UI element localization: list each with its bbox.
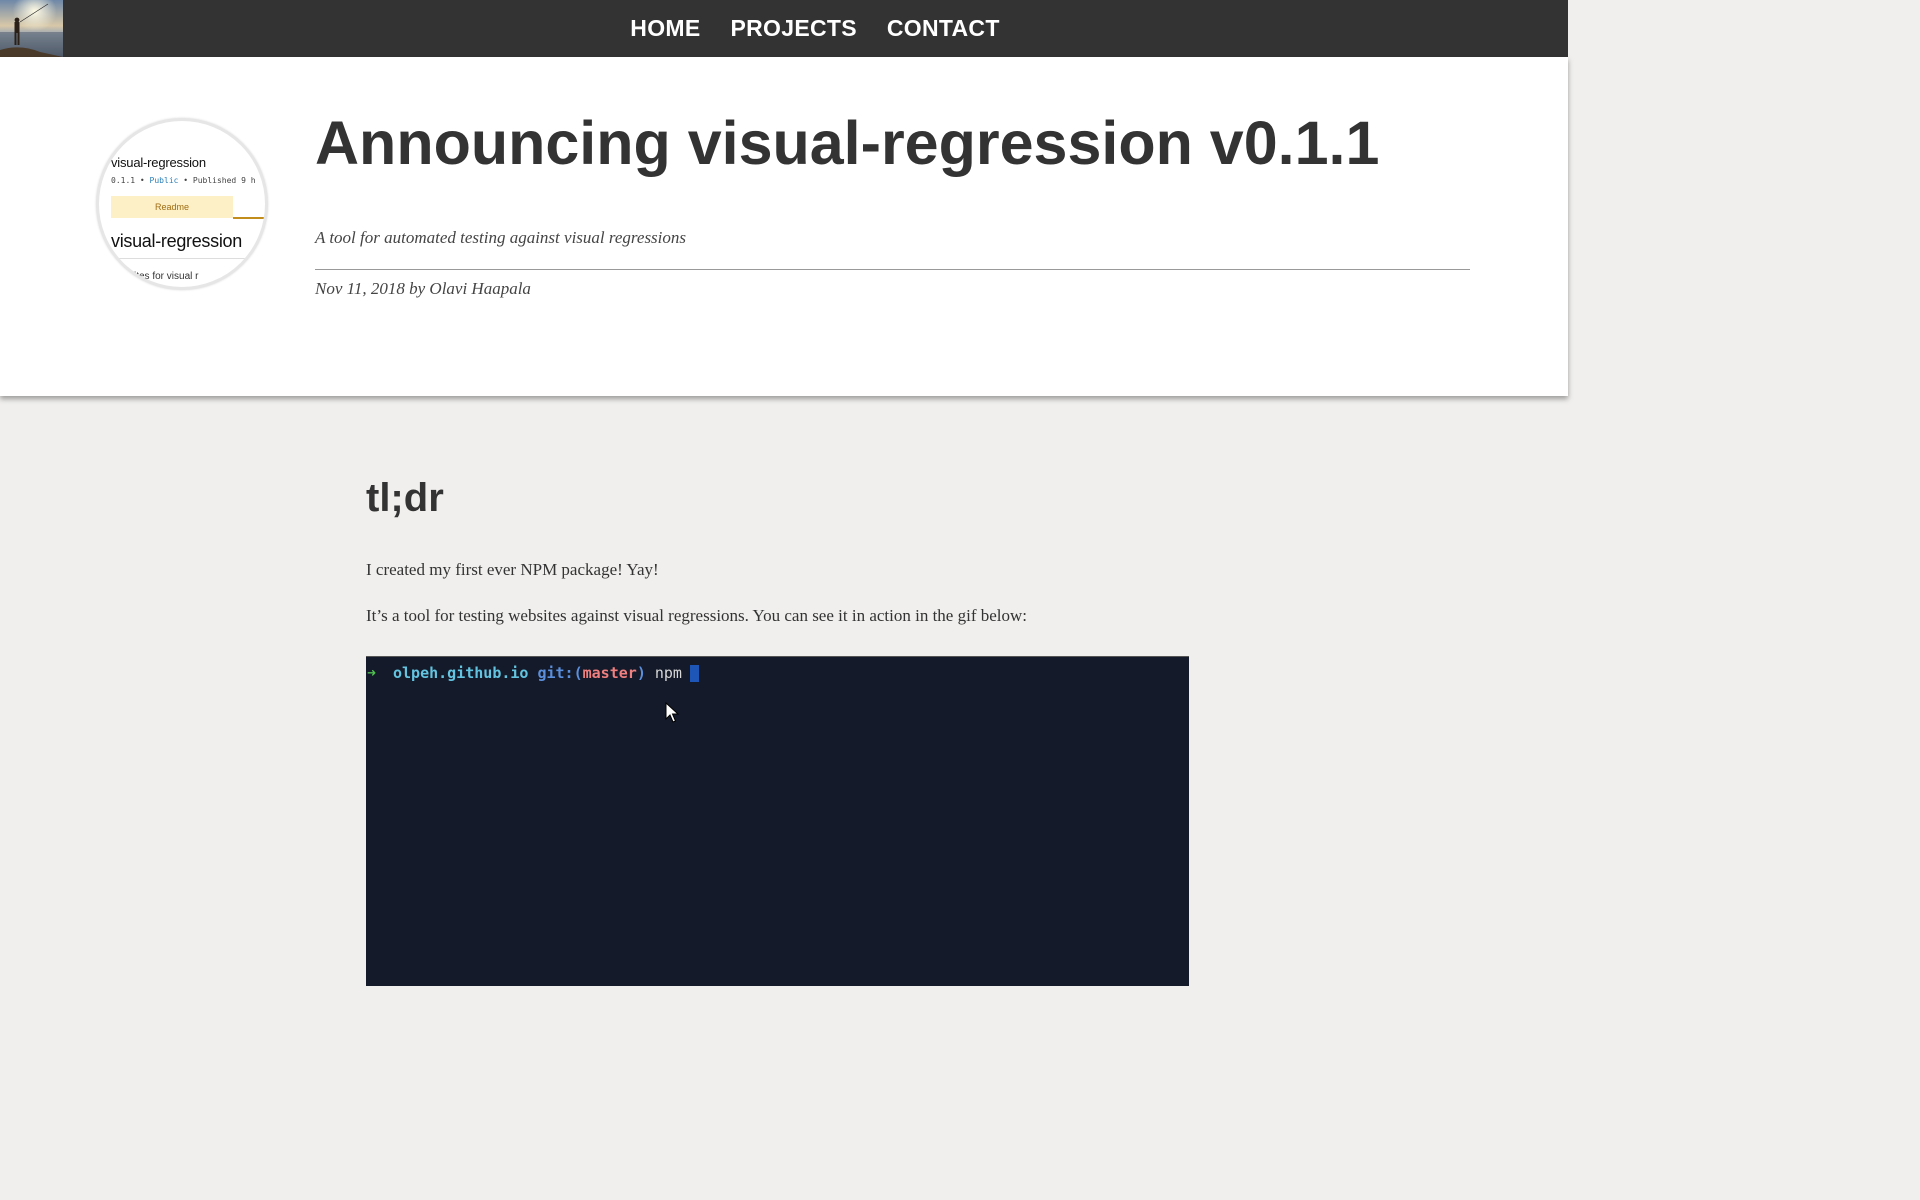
nav-link-contact[interactable]: CONTACT [887,15,1000,42]
thumbnail-readme-tab: Readme [111,196,233,218]
terminal-host: olpeh.github.io [393,664,529,682]
thumbnail-description: sites for visual r [129,271,199,282]
terminal-cursor [689,664,699,682]
paragraph: It’s a tool for testing websites against… [366,606,1027,625]
post-thumbnail: visual-regression 0.1.1 • Public • Publi… [96,118,268,290]
terminal-paren-open: ( [573,664,583,682]
prompt-arrow-icon: ➜ [367,664,377,682]
demo-gif-terminal: ➜ olpeh.github.io git:(master) npm [366,656,1189,986]
thumbnail-published: • Published 9 h [178,176,256,185]
nav-link-home[interactable]: HOME [630,15,700,42]
post-byline: Nov 11, 2018 by Olavi Haapala [315,279,531,298]
page-title: Announcing visual-regression v0.1.1 [315,109,1380,177]
nav-links: HOME PROJECTS CONTACT [0,0,1568,57]
thumbnail-visibility: Public [149,176,179,185]
terminal-git-label: git: [537,664,574,682]
thumbnail-tab-underline [233,217,265,219]
section-heading-tldr: tl;dr [366,476,444,520]
thumbnail-package-meta: 0.1.1 • Public • Published 9 h [111,176,256,185]
thumbnail-divider [111,258,265,259]
post-header: visual-regression 0.1.1 • Public • Publi… [0,57,1568,396]
thumbnail-big-name: visual-regression [111,231,242,251]
nav-link-projects[interactable]: PROJECTS [731,15,857,42]
post-subtitle: A tool for automated testing against vis… [315,228,687,247]
thumbnail-version: 0.1.1 [111,176,136,185]
terminal-paren-close: ) [636,664,646,682]
terminal-prompt-line: ➜ olpeh.github.io git:(master) npm [366,664,699,682]
header-divider [315,269,1470,270]
terminal-branch: master [582,664,637,682]
thumbnail-package-name: visual-regression [111,155,206,170]
thumbnail-separator: • [135,176,150,185]
paragraph: I created my first ever NPM package! Yay… [366,560,659,579]
mouse-pointer-icon [665,702,679,723]
top-nav: HOME PROJECTS CONTACT [0,0,1568,57]
terminal-command: npm [654,664,682,682]
